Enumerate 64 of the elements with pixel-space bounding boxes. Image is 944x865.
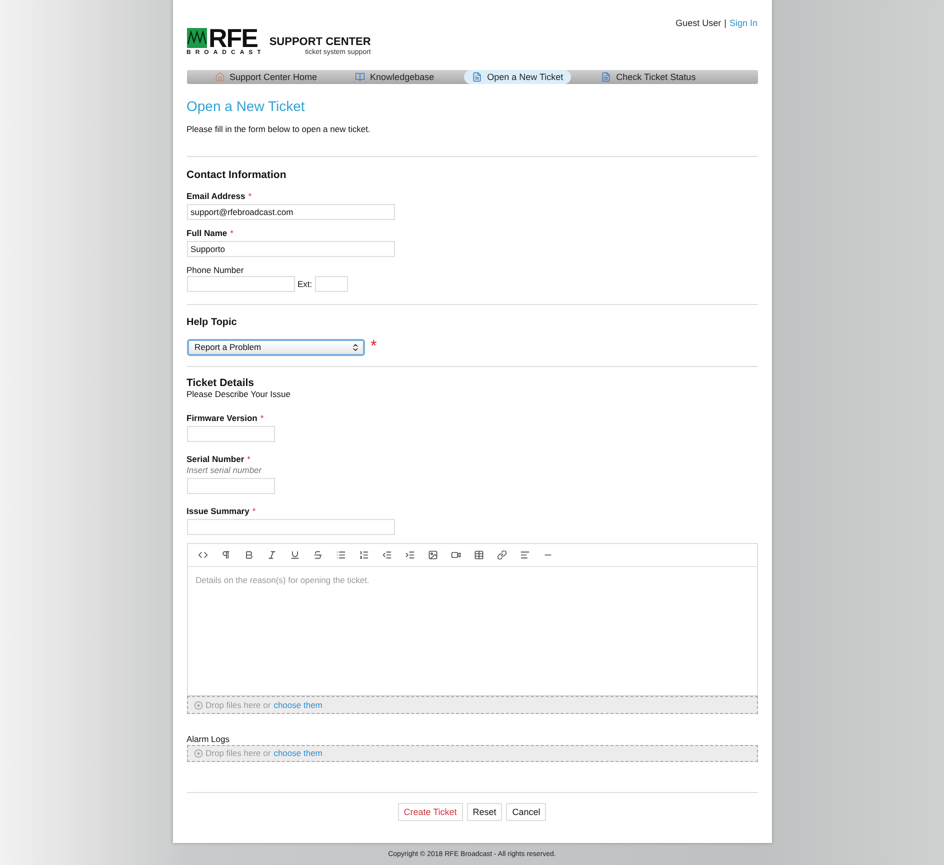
section-title: Ticket Details [186, 377, 256, 390]
input-field[interactable]: Supporto [186, 241, 394, 258]
logo-text: RFE [208, 26, 258, 50]
home-icon [214, 72, 224, 82]
video-icon[interactable] [450, 550, 460, 560]
align-icon[interactable] [520, 550, 530, 560]
italic-icon[interactable] [266, 550, 276, 560]
underline-icon[interactable] [290, 550, 300, 560]
sign-in-link[interactable]: Sign In [729, 18, 758, 28]
code-icon[interactable] [198, 550, 208, 560]
input-field[interactable] [186, 426, 274, 442]
numbered-list-icon[interactable] [358, 550, 368, 560]
section-title: Help Topic [186, 317, 238, 328]
field-label: Firmware Version * [186, 413, 265, 424]
nav-tab[interactable]: Support Center Home [206, 70, 326, 84]
upload-icon [194, 700, 202, 710]
required-mark: * [247, 454, 250, 464]
upload-icon [194, 748, 202, 758]
bold-icon[interactable] [244, 550, 254, 560]
indent-icon[interactable] [404, 550, 414, 560]
nav-tab[interactable]: Check Ticket Status [593, 70, 704, 84]
nav-tab[interactable]: Knowledgebase [347, 70, 442, 84]
logo-icon [186, 28, 206, 48]
separator: | [724, 18, 726, 28]
create-ticket-button[interactable]: Create Ticket [398, 802, 463, 821]
page-title: Open a New Ticket [186, 98, 306, 114]
section-subtitle: Please Describe Your Issue [186, 389, 292, 400]
form-button[interactable]: Cancel [506, 802, 546, 821]
field-label: Issue Summary * [186, 506, 257, 516]
book-icon [355, 72, 366, 82]
phone-field[interactable] [186, 276, 294, 292]
editor-placeholder: Details on the reason(s) for opening the ticket. [194, 574, 370, 588]
ext-field[interactable] [315, 276, 348, 292]
outdent-icon[interactable] [382, 550, 392, 560]
required-mark: * [370, 338, 377, 356]
field-hint: Insert serial number [186, 465, 263, 476]
input-field[interactable]: support@rfebroadcast.com [186, 204, 394, 220]
required-mark: * [260, 413, 264, 424]
section-title: Contact Information [186, 169, 288, 182]
nav-tab[interactable]: Open a New Ticket [464, 70, 572, 84]
paragraph-icon[interactable] [220, 550, 230, 560]
input-field[interactable] [186, 478, 274, 494]
required-mark: * [252, 506, 256, 516]
input-field[interactable] [186, 519, 394, 536]
user-name: Guest User [676, 18, 722, 28]
site-title: SUPPORT CENTER [269, 36, 371, 48]
select-caret-icon [350, 342, 360, 352]
table-icon[interactable] [474, 550, 484, 560]
required-mark: * [230, 228, 234, 238]
strikethrough-icon[interactable] [312, 550, 322, 560]
field-label: Ext: [298, 278, 312, 289]
document-icon [601, 72, 612, 82]
image-icon[interactable] [428, 550, 438, 560]
help-topic-select[interactable]: Report a Problem [186, 338, 364, 356]
document-icon [472, 72, 482, 82]
form-button[interactable]: Reset [466, 802, 502, 821]
required-mark: * [248, 191, 252, 202]
field-label: Full Name * [186, 228, 234, 238]
field-label: Email Address * [186, 191, 253, 202]
link-icon[interactable] [496, 550, 506, 560]
field-label: Phone Number [186, 265, 245, 276]
field-label: Alarm Logs [186, 734, 230, 744]
field-label: Serial Number * [186, 454, 252, 464]
intro-text: Please fill in the form below to open a new ticket. [186, 124, 372, 134]
